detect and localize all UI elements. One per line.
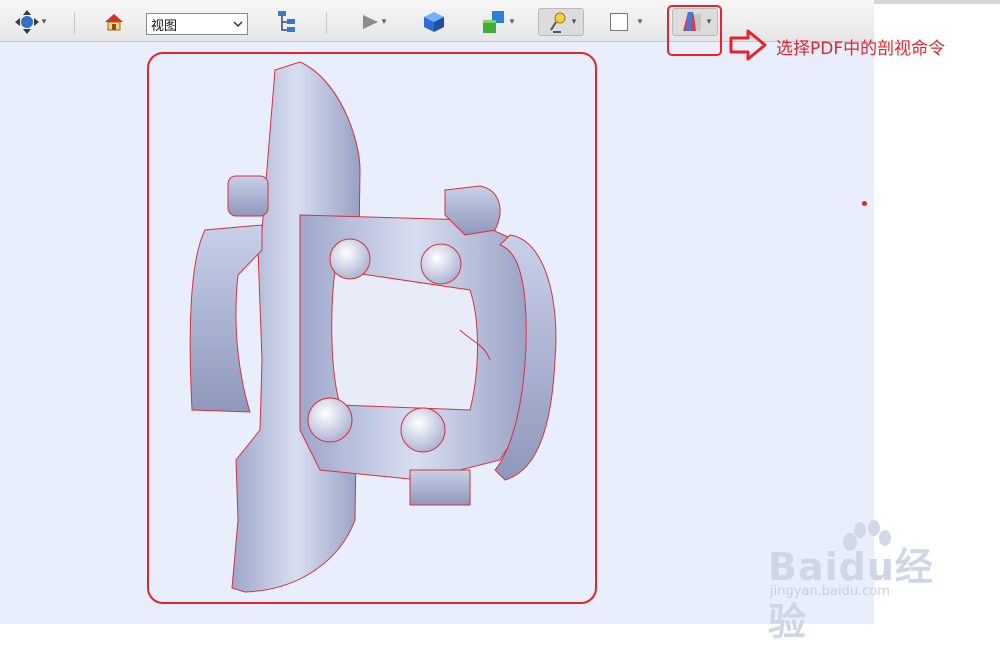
lamp-icon [549,12,566,33]
cross-section-highlight-frame [667,5,722,56]
play-icon [362,15,378,29]
play-button[interactable]: ▾ [354,8,392,36]
square-swatch-icon [609,13,628,31]
navigate-tool-button[interactable]: ▾ [8,8,52,36]
annotation-text: 选择PDF中的剖视命令 [776,39,946,59]
model-tree-button[interactable] [273,8,301,36]
watermark-url: jingyan.baidu.com [770,584,890,599]
shaded-cubes-icon [482,11,504,33]
shading-mode-button[interactable]: ▾ [474,8,520,36]
view-dropdown[interactable]: 视图 [146,13,248,35]
background-color-button[interactable]: ▾ [604,8,648,36]
toolbar-separator [74,12,75,34]
view-dropdown-value: 视图 [151,18,178,34]
tree-icon [278,11,295,32]
chevron-down-icon [233,21,243,28]
model-highlight-frame [147,52,597,604]
chevron-down-icon[interactable]: ▾ [572,17,577,27]
chevron-down-icon[interactable]: ▾ [382,17,387,27]
home-button[interactable] [100,8,128,36]
toolbar-separator [326,12,327,34]
render-mode-button[interactable] [420,8,448,36]
lighting-button[interactable]: ▾ [538,8,584,36]
home-icon [105,14,123,31]
chevron-down-icon[interactable]: ▾ [42,17,47,27]
3d-viewport[interactable] [0,42,874,624]
chevron-down-icon[interactable]: ▾ [638,17,643,27]
chevron-down-icon[interactable]: ▾ [510,17,515,27]
baidu-watermark: Baidu经验 jingyan.baidu.com [768,520,968,644]
cube-icon [424,12,444,32]
move-arrows-icon [14,10,39,34]
annotation-dot [862,201,867,206]
arrow-right-icon [729,29,767,61]
